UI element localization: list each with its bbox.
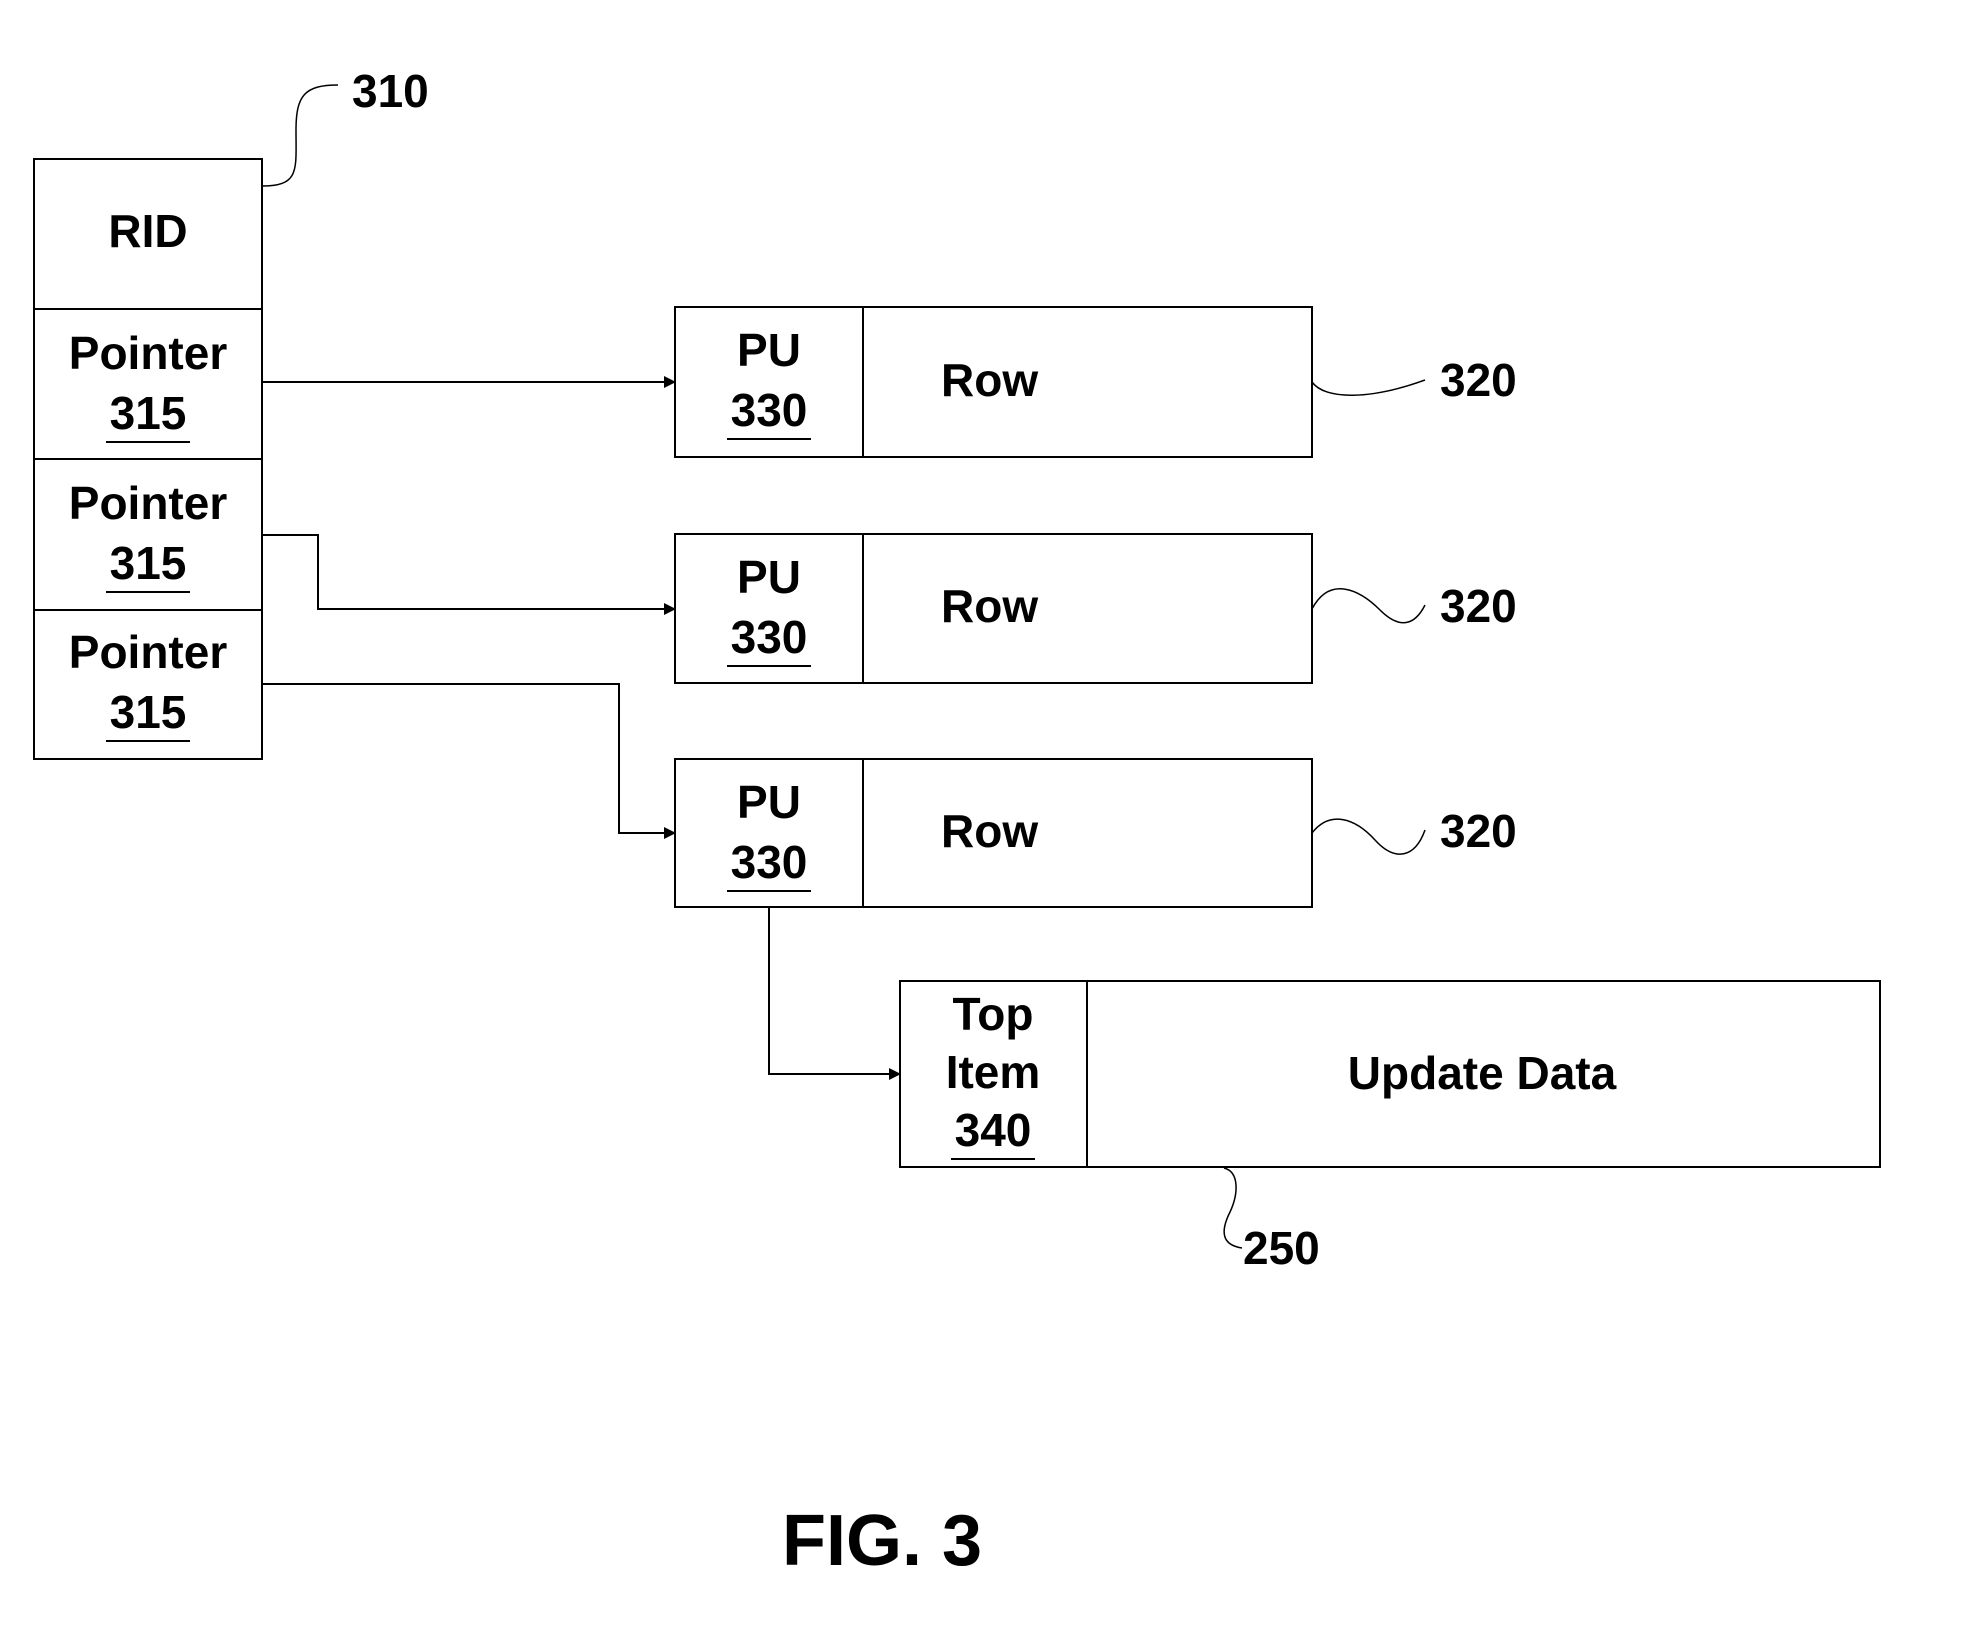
pu-ref: 330 — [731, 611, 808, 663]
pointer-ref: 315 — [110, 387, 187, 439]
pointer-ref: 315 — [110, 537, 187, 589]
pointer-label: Pointer — [69, 626, 228, 678]
row-label: Row — [941, 580, 1038, 632]
pu-label: PU — [737, 551, 801, 603]
pointer-arrow-2 — [262, 534, 676, 615]
row-label: Row — [941, 805, 1038, 857]
top-item-ref: 340 — [955, 1104, 1032, 1156]
leader-line-320 — [1311, 588, 1426, 624]
row-box: PU 330 Row — [674, 758, 1313, 908]
top-item-label-line2: Item — [946, 1046, 1041, 1098]
ref-label-320: 320 — [1440, 580, 1517, 632]
pu-label: PU — [737, 776, 801, 828]
pointer-arrow-3 — [262, 683, 676, 839]
rid-structure: RID Pointer 315 Pointer 315 Pointer 315 — [33, 158, 263, 760]
pointer-label: Pointer — [69, 477, 228, 529]
leader-line-320 — [1311, 818, 1426, 855]
leader-line-320 — [1311, 379, 1426, 396]
rid-label: RID — [108, 205, 187, 257]
update-data-label: Update Data — [1348, 1047, 1617, 1099]
pu-label: PU — [737, 324, 801, 376]
leader-line-250 — [1223, 1167, 1243, 1249]
pu-to-top-item-arrow — [768, 907, 901, 1080]
ref-label-320: 320 — [1440, 805, 1517, 857]
pu-ref: 330 — [731, 836, 808, 888]
fig3-diagram: RID Pointer 315 Pointer 315 Pointer 315 … — [33, 65, 1881, 1581]
ref-label-310: 310 — [352, 65, 429, 117]
ref-label-250: 250 — [1243, 1222, 1320, 1274]
row-box: PU 330 Row — [674, 533, 1313, 684]
ref-label-320: 320 — [1440, 354, 1517, 406]
update-item-box: Top Item 340 Update Data — [899, 980, 1881, 1168]
top-item-label-line1: Top — [953, 988, 1034, 1040]
pointer-ref: 315 — [110, 686, 187, 738]
figure-caption: FIG. 3 — [782, 1501, 982, 1581]
pu-ref: 330 — [731, 384, 808, 436]
row-label: Row — [941, 354, 1038, 406]
leader-line-310 — [261, 84, 339, 187]
row-box: PU 330 Row — [674, 306, 1313, 458]
pointer-label: Pointer — [69, 327, 228, 379]
